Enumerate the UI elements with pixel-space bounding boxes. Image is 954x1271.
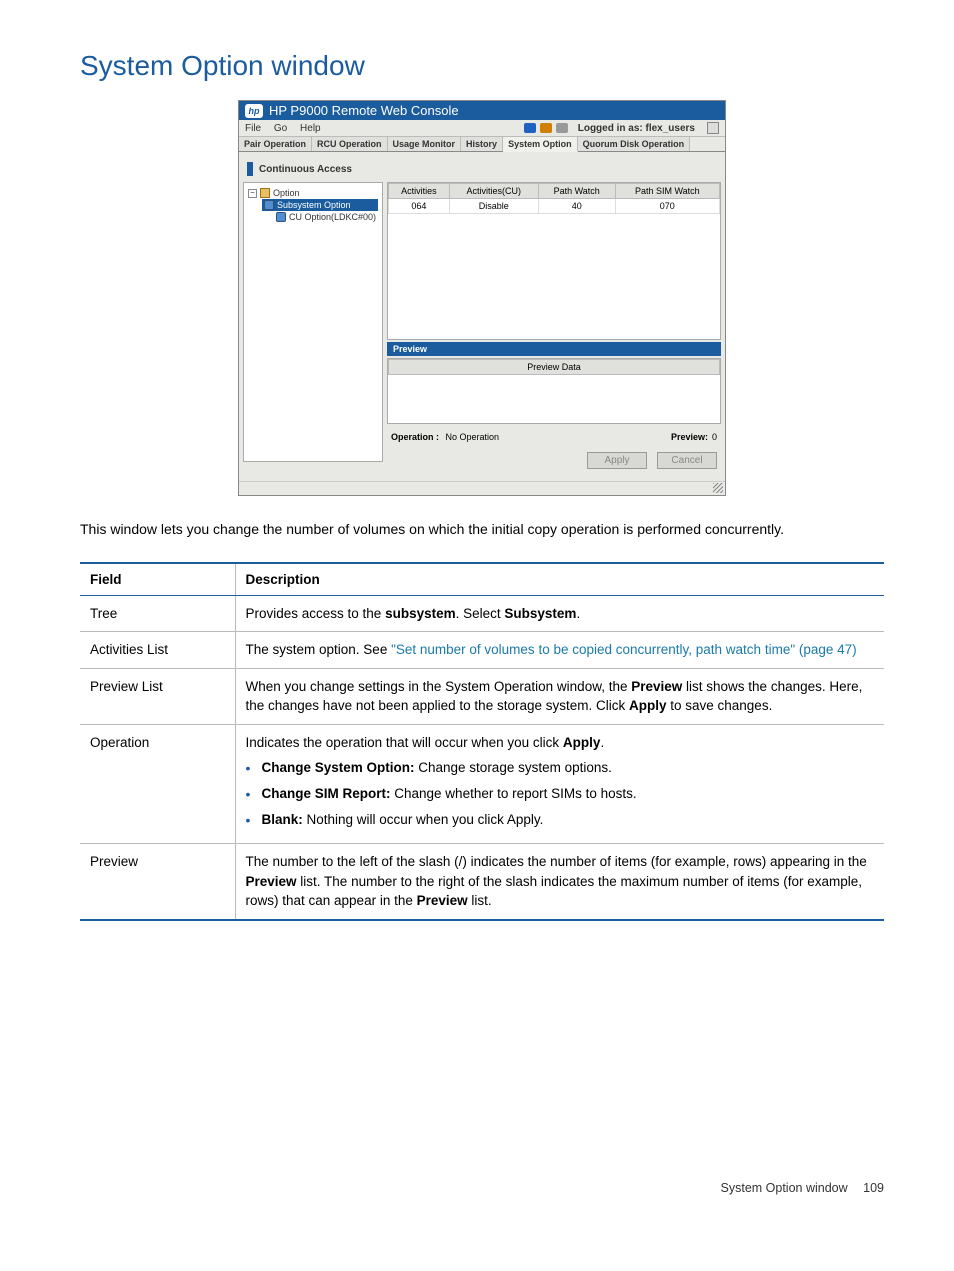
tree-panel[interactable]: − Option Subsystem Option CU Option(LDKC… (243, 182, 383, 462)
lock-icon[interactable] (707, 122, 719, 134)
tab-system-option[interactable]: System Option (503, 137, 578, 152)
cell-path-watch: 40 (538, 199, 615, 214)
menu-help[interactable]: Help (300, 123, 321, 134)
operation-label: Operation : No Operation (391, 432, 499, 442)
table-row: Tree Provides access to the subsystem. S… (80, 595, 884, 632)
tree-item-subsystem[interactable]: Subsystem Option (262, 199, 378, 211)
page-heading: System Option window (80, 50, 884, 82)
table-row[interactable]: 064 Disable 40 070 (389, 199, 720, 214)
tree-root-label: Option (273, 188, 300, 198)
table-row: Activities List The system option. See "… (80, 632, 884, 669)
menu-file[interactable]: File (245, 123, 261, 134)
cell-activities-cu: Disable (449, 199, 538, 214)
hp-logo-icon: hp (245, 104, 263, 118)
table-row: Preview The number to the left of the sl… (80, 844, 884, 920)
field-name: Tree (80, 595, 235, 632)
list-item: Blank: Nothing will occur when you click… (246, 810, 875, 830)
field-desc: Provides access to the subsystem. Select… (235, 595, 884, 632)
field-desc: When you change settings in the System O… (235, 668, 884, 724)
col-preview-data: Preview Data (389, 360, 720, 375)
apply-button[interactable]: Apply (587, 452, 647, 469)
tab-rcu-operation[interactable]: RCU Operation (312, 137, 388, 151)
preview-header: Preview (387, 342, 721, 356)
preview-count-label: Preview:0 (671, 432, 717, 442)
col-activities-cu: Activities(CU) (449, 184, 538, 199)
section-marker-icon (247, 162, 253, 176)
resize-grip-icon[interactable] (239, 481, 725, 495)
preview-count: 0 (712, 432, 717, 442)
menu-bar: File Go Help Logged in as: flex_users (239, 120, 725, 137)
tree-root[interactable]: − Option (248, 187, 378, 199)
col-description: Description (235, 563, 884, 596)
col-path-sim-watch: Path SIM Watch (615, 184, 719, 199)
page-number: 109 (863, 1181, 884, 1195)
intro-paragraph: This window lets you change the number o… (80, 520, 884, 540)
tab-bar: Pair Operation RCU Operation Usage Monit… (239, 137, 725, 152)
field-desc: Indicates the operation that will occur … (235, 724, 884, 843)
field-desc: The number to the left of the slash (/) … (235, 844, 884, 920)
page-footer: System Option window 109 (80, 1181, 884, 1195)
field-description-table: Field Description Tree Provides access t… (80, 562, 884, 921)
col-activities: Activities (389, 184, 450, 199)
tree-item-cu-option[interactable]: CU Option(LDKC#00) (276, 211, 378, 223)
tree-item-label: CU Option(LDKC#00) (289, 212, 376, 222)
field-name: Preview List (80, 668, 235, 724)
tab-pair-operation[interactable]: Pair Operation (239, 137, 312, 151)
section-title: Continuous Access (259, 164, 352, 175)
cancel-button[interactable]: Cancel (657, 452, 717, 469)
footer-text: System Option window (721, 1181, 848, 1195)
activities-table: Activities Activities(CU) Path Watch Pat… (387, 182, 721, 340)
tree-expand-icon[interactable]: − (248, 189, 257, 198)
list-item: Change System Option: Change storage sys… (246, 758, 875, 778)
list-item: Change SIM Report: Change whether to rep… (246, 784, 875, 804)
field-name: Operation (80, 724, 235, 843)
status-indicator-icon (556, 123, 568, 133)
cell-path-sim-watch: 070 (615, 199, 719, 214)
tree-item-label: Subsystem Option (277, 200, 351, 210)
field-desc: The system option. See "Set number of vo… (235, 632, 884, 669)
field-name: Preview (80, 844, 235, 920)
disk-icon (264, 200, 274, 210)
folder-icon (260, 188, 270, 198)
table-row: Preview List When you change settings in… (80, 668, 884, 724)
operation-value: No Operation (446, 432, 500, 442)
console-screenshot: hp HP P9000 Remote Web Console File Go H… (238, 100, 726, 496)
status-indicator-icon (540, 123, 552, 133)
tab-quorum-disk[interactable]: Quorum Disk Operation (578, 137, 691, 151)
cell-activities: 064 (389, 199, 450, 214)
menu-go[interactable]: Go (274, 123, 287, 134)
window-titlebar: hp HP P9000 Remote Web Console (239, 101, 725, 120)
tab-usage-monitor[interactable]: Usage Monitor (388, 137, 462, 151)
disk-icon (276, 212, 286, 222)
col-field: Field (80, 563, 235, 596)
logged-in-label: Logged in as: flex_users (578, 123, 695, 134)
status-indicator-icon (524, 123, 536, 133)
field-name: Activities List (80, 632, 235, 669)
window-title: HP P9000 Remote Web Console (269, 103, 459, 118)
cross-reference-link[interactable]: "Set number of volumes to be copied conc… (391, 642, 857, 657)
tab-history[interactable]: History (461, 137, 503, 151)
preview-table: Preview Data (387, 358, 721, 424)
table-row: Operation Indicates the operation that w… (80, 724, 884, 843)
col-path-watch: Path Watch (538, 184, 615, 199)
